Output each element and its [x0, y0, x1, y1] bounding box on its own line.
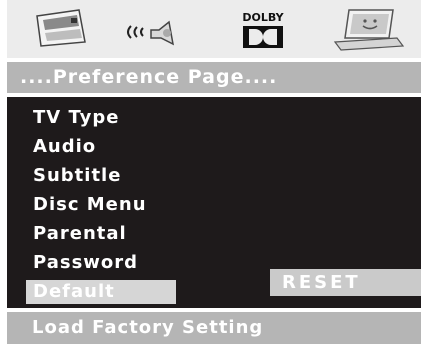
menu-item-tv-type[interactable]: TV Type: [7, 103, 207, 132]
tab-audio-setup[interactable]: [117, 6, 189, 52]
dvd-setup-screen: DOLBY ....Preference Page.... TV Type Au…: [0, 0, 427, 344]
audio-setup-icon: [127, 20, 175, 46]
tab-general-setup[interactable]: [31, 6, 93, 52]
menu-panel: TV Type Audio Subtitle Disc Menu Parenta…: [7, 97, 421, 308]
page-title: ....Preference Page....: [7, 62, 421, 93]
menu-item-password[interactable]: Password: [7, 248, 207, 277]
menu-item-default[interactable]: Default: [7, 277, 207, 306]
menu-item-label: Password: [33, 252, 139, 273]
menu-item-audio[interactable]: Audio: [7, 132, 207, 161]
reset-button[interactable]: RESET: [270, 269, 421, 296]
menu-item-disc-menu[interactable]: Disc Menu: [7, 190, 207, 219]
dolby-label: DOLBY: [242, 11, 284, 24]
menu-item-label: Subtitle: [33, 165, 122, 186]
menu-item-subtitle[interactable]: Subtitle: [7, 161, 207, 190]
dolby-setup-icon: DOLBY: [242, 11, 285, 48]
menu-item-label: Default: [33, 281, 115, 302]
preference-menu: TV Type Audio Subtitle Disc Menu Parenta…: [7, 103, 207, 306]
menu-item-label: TV Type: [33, 107, 120, 128]
status-bar: Load Factory Setting: [7, 312, 421, 344]
menu-item-label: Parental: [33, 223, 127, 244]
menu-item-parental[interactable]: Parental: [7, 219, 207, 248]
setup-tab-strip: DOLBY: [7, 0, 421, 58]
tab-preference-setup[interactable]: [327, 6, 407, 52]
menu-item-label: Audio: [33, 136, 97, 157]
tab-dolby-setup[interactable]: DOLBY: [233, 6, 293, 52]
general-setup-icon: [36, 9, 86, 47]
preference-setup-icon: [333, 9, 405, 51]
menu-item-label: Disc Menu: [33, 194, 147, 215]
